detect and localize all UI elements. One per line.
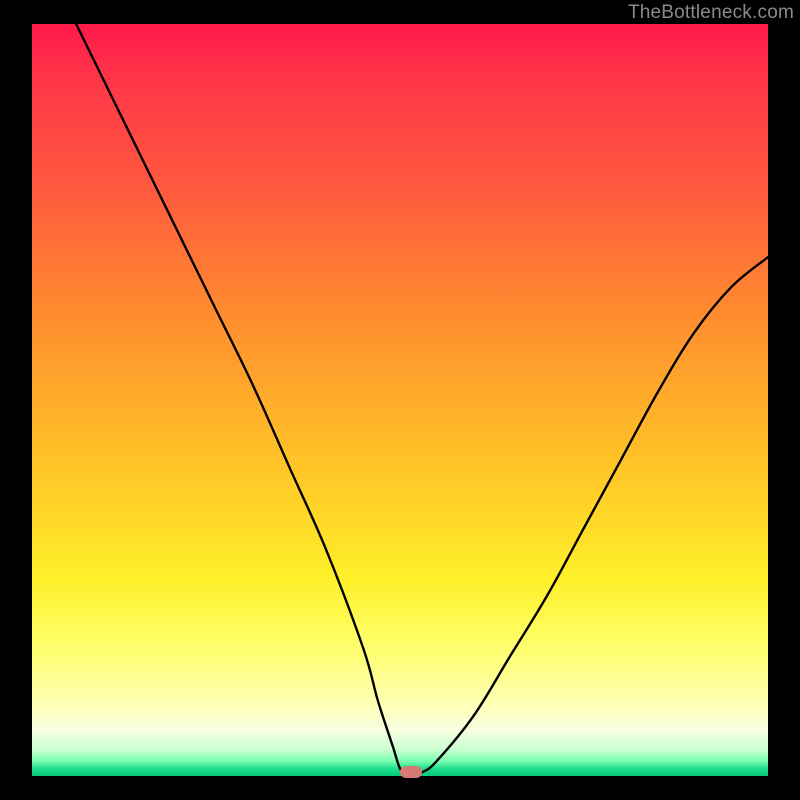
bottleneck-curve <box>32 24 768 776</box>
plot-area <box>32 24 768 776</box>
optimal-marker <box>400 766 422 778</box>
watermark-text: TheBottleneck.com <box>628 2 794 24</box>
chart-stage: TheBottleneck.com <box>0 0 800 800</box>
